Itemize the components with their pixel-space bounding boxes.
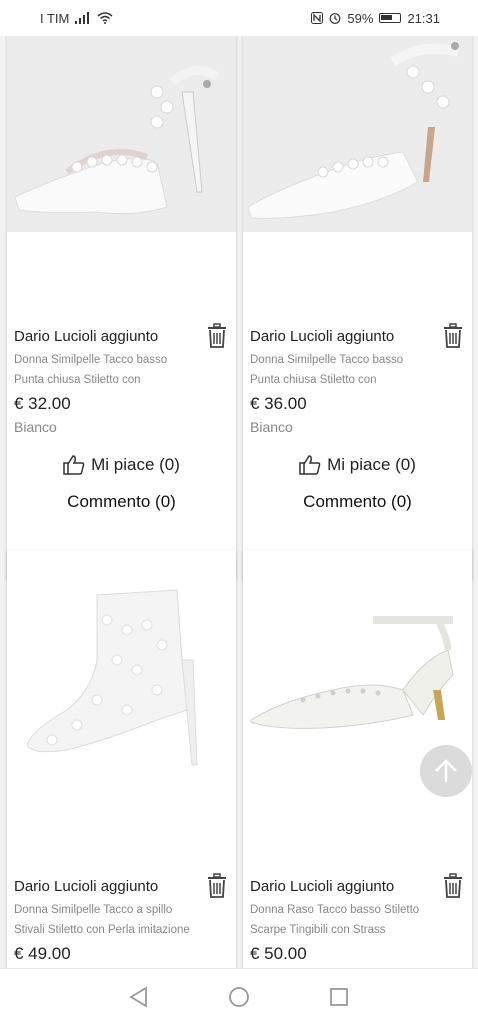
card-actions: Mi piace (0) Commento (0) <box>7 435 236 512</box>
description-line: Scarpe Tingibili con Strass <box>250 924 386 936</box>
battery-icon <box>379 13 402 23</box>
product-color: Bianco <box>250 419 293 435</box>
author-row: Dario Lucioli aggiunto <box>7 872 236 900</box>
product-card[interactable]: Dario Lucioli aggiunto Donna Similpelle … <box>7 550 236 968</box>
status-left: I TIM <box>40 11 113 26</box>
carrier-label: I TIM <box>40 10 70 26</box>
system-nav-bar <box>0 968 478 1024</box>
product-card[interactable]: Dario Lucioli aggiunto Donna Similpelle … <box>7 36 236 580</box>
author-label: Dario Lucioli aggiunto <box>250 877 395 895</box>
author-label: Dario Lucioli aggiunto <box>14 327 159 345</box>
product-card[interactable]: Dario Lucioli aggiunto Donna Similpelle … <box>243 36 472 580</box>
arrow-up-icon <box>435 759 457 782</box>
card-actions: Mi piace (0) Commento (0) <box>243 435 472 512</box>
product-price: € 36.00 <box>250 394 307 413</box>
product-description: Donna Similpelle Tacco basso Punta chius… <box>243 350 472 390</box>
product-grid: Dario Lucioli aggiunto Donna Similpelle … <box>0 36 478 968</box>
like-label: Mi piace (0) <box>91 455 180 474</box>
scroll-top-button[interactable] <box>420 745 472 797</box>
author-label: Dario Lucioli aggiunto <box>250 327 395 345</box>
status-right: 59% 21:31 <box>311 11 440 26</box>
home-icon[interactable] <box>228 986 250 1008</box>
product-description: Donna Similpelle Tacco basso Punta chius… <box>7 350 236 390</box>
back-icon[interactable] <box>128 985 150 1008</box>
like-button[interactable]: Mi piace (0) <box>299 455 416 475</box>
author-row: Dario Lucioli aggiunto <box>243 322 472 350</box>
status-bar: I TIM 59% 21:31 <box>0 0 478 36</box>
trash-icon[interactable] <box>442 323 464 349</box>
comment-button[interactable]: Commento (0) <box>243 492 472 512</box>
author-row: Dario Lucioli aggiunto <box>243 872 472 900</box>
alarm-icon <box>330 13 341 24</box>
recents-icon[interactable] <box>328 986 350 1008</box>
description-line: Donna Similpelle Tacco a spillo <box>14 904 173 916</box>
product-description: Donna Similpelle Tacco a spillo Stivali … <box>7 900 236 940</box>
comment-button[interactable]: Commento (0) <box>7 492 236 512</box>
product-price: € 49.00 <box>14 944 71 963</box>
product-description: Donna Raso Tacco basso Stiletto Scarpe T… <box>243 900 472 940</box>
clock: 21:31 <box>407 10 440 26</box>
description-line: Donna Raso Tacco basso Stiletto <box>250 904 420 916</box>
description-line: Punta chiusa Stiletto con <box>14 374 141 386</box>
product-price: € 32.00 <box>14 394 71 413</box>
product-image[interactable] <box>7 550 236 850</box>
trash-icon[interactable] <box>206 323 228 349</box>
nfc-icon <box>311 12 324 24</box>
signal-icon <box>75 12 90 24</box>
description-line: Stivali Stiletto con Perla imitazione <box>14 924 190 936</box>
product-image[interactable] <box>7 36 236 232</box>
like-label: Mi piace (0) <box>327 455 416 474</box>
thumbs-up-icon <box>299 455 321 475</box>
trash-icon[interactable] <box>206 873 228 899</box>
thumbs-up-icon <box>63 455 85 475</box>
description-line: Donna Similpelle Tacco basso <box>250 354 404 366</box>
author-label: Dario Lucioli aggiunto <box>14 877 159 895</box>
author-row: Dario Lucioli aggiunto <box>7 322 236 350</box>
like-button[interactable]: Mi piace (0) <box>63 455 180 475</box>
product-color: Bianco <box>14 419 57 435</box>
description-line: Punta chiusa Stiletto con <box>250 374 377 386</box>
battery-percent: 59% <box>347 10 374 26</box>
product-image[interactable] <box>243 550 472 850</box>
description-line: Donna Similpelle Tacco basso <box>14 354 168 366</box>
wifi-icon <box>97 12 113 24</box>
trash-icon[interactable] <box>442 873 464 899</box>
product-image[interactable] <box>243 36 472 232</box>
product-price: € 50.00 <box>250 944 307 963</box>
